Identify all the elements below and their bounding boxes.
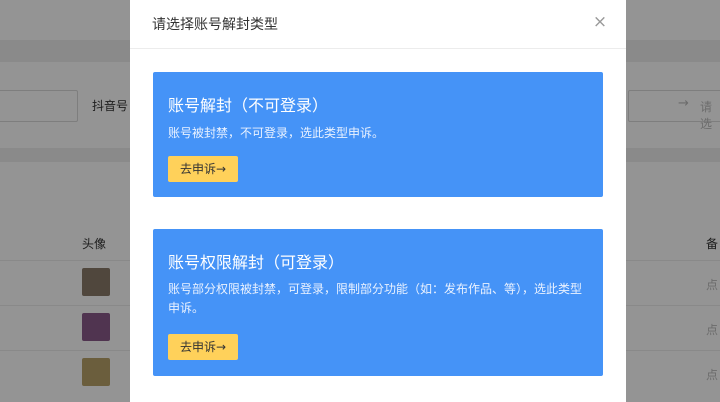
option-title: 账号权限解封（可登录） bbox=[168, 253, 345, 272]
dialog-title: 请选择账号解封类型 bbox=[152, 17, 278, 33]
option-description: 账号被封禁，不可登录，选此类型申诉。 bbox=[168, 126, 385, 140]
option-card-permission-unblock: 账号权限解封（可登录） 账号部分权限被封禁，可登录，限制部分功能（如：发布作品、… bbox=[153, 229, 603, 376]
dialog-header: 请选择账号解封类型 × bbox=[130, 0, 626, 49]
close-icon[interactable]: × bbox=[592, 13, 608, 31]
unblock-type-dialog: 请选择账号解封类型 × 账号解封（不可登录） 账号被封禁，不可登录，选此类型申诉… bbox=[130, 0, 626, 402]
appeal-button[interactable]: 去申诉→ bbox=[168, 334, 239, 360]
option-title: 账号解封（不可登录） bbox=[168, 96, 329, 115]
option-description: 账号部分权限被封禁，可登录，限制部分功能（如：发布作品、等），选此类型申诉。 bbox=[168, 282, 583, 315]
appeal-button[interactable]: 去申诉→ bbox=[168, 156, 239, 182]
option-card-account-unblock: 账号解封（不可登录） 账号被封禁，不可登录，选此类型申诉。 去申诉→ bbox=[153, 72, 603, 197]
